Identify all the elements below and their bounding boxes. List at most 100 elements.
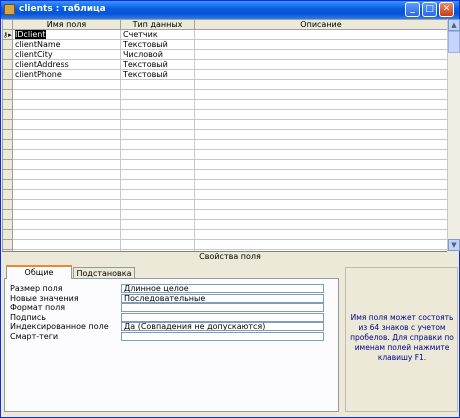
empty-table-row[interactable] [2, 159, 447, 170]
property-value-field[interactable]: Да (Совпадения не допускаются) [121, 322, 324, 331]
field-name-cell[interactable] [12, 169, 121, 180]
description-cell[interactable] [194, 69, 447, 80]
field-name-cell[interactable] [12, 149, 121, 160]
property-value-field[interactable]: Последовательные [121, 293, 324, 303]
data-type-cell[interactable] [120, 139, 195, 150]
column-header-data-type[interactable]: Тип данных [120, 19, 195, 30]
empty-table-row[interactable] [2, 119, 447, 130]
data-type-cell[interactable]: Текстовый [120, 39, 195, 50]
empty-table-row[interactable] [2, 219, 447, 230]
row-selector[interactable] [2, 209, 13, 220]
field-name-cell[interactable] [12, 189, 121, 200]
property-value-field[interactable] [121, 312, 324, 322]
data-type-cell[interactable] [120, 219, 195, 230]
property-value-field[interactable] [121, 331, 324, 341]
empty-table-row[interactable] [2, 99, 447, 110]
empty-table-row[interactable] [2, 149, 447, 160]
data-type-cell[interactable] [120, 209, 195, 220]
data-type-cell[interactable] [120, 149, 195, 160]
row-selector[interactable] [2, 239, 13, 250]
data-type-cell[interactable] [120, 119, 195, 130]
empty-table-row[interactable] [2, 169, 447, 180]
description-cell[interactable] [194, 39, 447, 50]
field-name-cell[interactable]: clientCity [12, 49, 121, 60]
row-selector[interactable] [2, 39, 13, 50]
row-selector[interactable] [2, 49, 13, 60]
description-cell[interactable] [194, 229, 447, 240]
tab-general[interactable]: Общие [6, 265, 72, 279]
field-name-cell[interactable] [12, 109, 121, 120]
data-type-cell[interactable] [120, 129, 195, 140]
data-type-cell[interactable]: Счетчик [120, 29, 195, 40]
data-type-cell[interactable] [120, 169, 195, 180]
column-header-field-name[interactable]: Имя поля [12, 19, 121, 30]
field-name-cell[interactable] [12, 219, 121, 230]
empty-table-row[interactable] [2, 129, 447, 140]
data-type-cell[interactable] [120, 109, 195, 120]
table-row[interactable]: clientAddress Текстовый [2, 59, 447, 70]
description-cell[interactable] [194, 199, 447, 210]
table-row[interactable]: clientCity Числовой [2, 49, 447, 60]
description-cell[interactable] [194, 79, 447, 90]
row-selector[interactable] [2, 129, 13, 140]
description-cell[interactable] [194, 219, 447, 230]
row-selector[interactable] [2, 79, 13, 90]
field-name-cell[interactable] [12, 99, 121, 110]
table-row[interactable]: ⚷▸ IDclient Счетчик [2, 29, 447, 40]
data-type-cell[interactable] [120, 229, 195, 240]
description-cell[interactable] [194, 119, 447, 130]
primary-key-icon[interactable]: ⚷▸ [2, 29, 13, 40]
field-name-cell[interactable] [12, 139, 121, 150]
row-selector[interactable] [2, 229, 13, 240]
empty-table-row[interactable] [2, 79, 447, 90]
description-cell[interactable] [194, 159, 447, 170]
data-type-cell[interactable] [120, 239, 195, 250]
minimize-button[interactable]: _ [405, 2, 420, 17]
scroll-down-icon[interactable]: ▼ [448, 239, 460, 251]
empty-table-row[interactable] [2, 229, 447, 240]
field-name-cell[interactable] [12, 79, 121, 90]
description-cell[interactable] [194, 99, 447, 110]
data-type-cell[interactable] [120, 199, 195, 210]
description-cell[interactable] [194, 109, 447, 120]
empty-table-row[interactable] [2, 109, 447, 120]
maximize-button[interactable]: □ [422, 2, 437, 17]
property-value-field[interactable]: Длинное целое [121, 284, 324, 293]
property-value-field[interactable] [121, 303, 324, 312]
data-type-cell[interactable] [120, 179, 195, 190]
description-cell[interactable] [194, 189, 447, 200]
description-cell[interactable] [194, 149, 447, 160]
field-name-cell[interactable] [12, 159, 121, 170]
empty-table-row[interactable] [2, 239, 447, 250]
empty-table-row[interactable] [2, 199, 447, 210]
data-type-cell[interactable]: Числовой [120, 49, 195, 60]
data-type-cell[interactable]: Текстовый [120, 69, 195, 80]
scroll-thumb[interactable] [448, 31, 460, 53]
data-type-cell[interactable] [120, 79, 195, 90]
field-name-cell[interactable] [12, 179, 121, 190]
row-selector[interactable] [2, 179, 13, 190]
field-name-cell[interactable] [12, 239, 121, 250]
row-selector[interactable] [2, 149, 13, 160]
description-cell[interactable] [194, 59, 447, 70]
row-selector[interactable] [2, 139, 13, 150]
row-selector[interactable] [2, 109, 13, 120]
vertical-scrollbar[interactable]: ▲ ▼ [447, 19, 460, 251]
row-selector[interactable] [2, 159, 13, 170]
row-selector[interactable] [2, 59, 13, 70]
row-selector[interactable] [2, 89, 13, 100]
row-selector[interactable] [2, 99, 13, 110]
description-cell[interactable] [194, 169, 447, 180]
row-selector[interactable] [2, 69, 13, 80]
empty-table-row[interactable] [2, 179, 447, 190]
data-type-cell[interactable] [120, 99, 195, 110]
field-name-cell[interactable] [12, 119, 121, 130]
data-type-cell[interactable] [120, 89, 195, 100]
title-bar[interactable]: clients : таблица _ □ ✕ [1, 1, 459, 19]
table-row[interactable]: clientPhone Текстовый [2, 69, 447, 80]
table-row[interactable]: clientName Текстовый [2, 39, 447, 50]
row-selector[interactable] [2, 199, 13, 210]
empty-table-row[interactable] [2, 139, 447, 150]
row-selector[interactable] [2, 169, 13, 180]
data-type-cell[interactable]: Текстовый [120, 59, 195, 70]
